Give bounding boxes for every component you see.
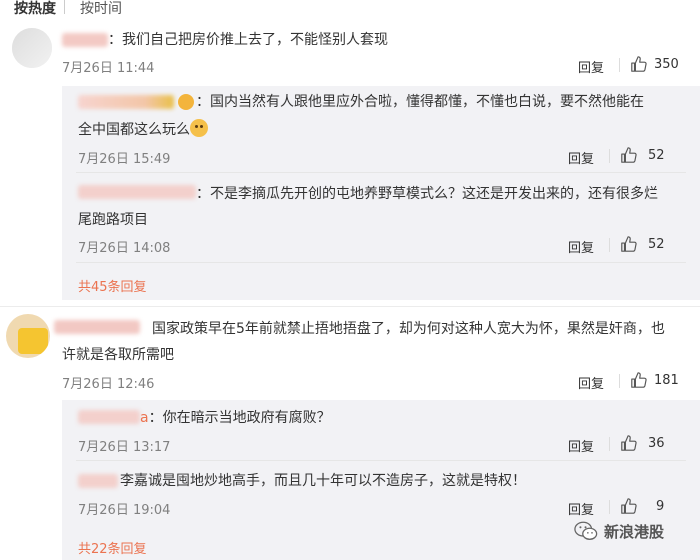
like-count: 36	[648, 436, 665, 451]
reply-button[interactable]: 回复	[568, 237, 594, 256]
more-replies-link[interactable]: 共22条回复	[78, 538, 147, 557]
thumbs-up-icon[interactable]	[620, 146, 638, 164]
reply-button[interactable]: 回复	[568, 499, 594, 518]
more-replies-link[interactable]: 共45条回复	[78, 276, 147, 295]
sort-bar: 按热度 按时间	[0, 0, 700, 20]
watermark: 新浪港股	[574, 518, 664, 544]
reply-time: 7月26日 14:08	[78, 241, 171, 256]
username-suffix: a	[140, 410, 149, 426]
reply-text-line2: 全中国都这么玩么	[78, 117, 208, 143]
username-blurred[interactable]	[78, 95, 174, 109]
sort-by-time[interactable]: 按时间	[80, 0, 122, 18]
action-divider	[609, 500, 610, 514]
thumbs-up-icon[interactable]	[630, 371, 648, 389]
reply-text-line2: 尾跑路项目	[78, 212, 148, 228]
avatar[interactable]	[12, 28, 52, 68]
reply-button[interactable]: 回复	[568, 148, 594, 167]
username-blurred[interactable]	[78, 474, 118, 488]
reply-divider	[76, 172, 686, 173]
thumbs-up-icon[interactable]	[620, 235, 638, 253]
reply-text: ：不是李摘瓜先开创的屯地养野草模式么？这还是开发出来的，还有很多烂	[196, 186, 658, 202]
wechat-icon	[574, 521, 598, 540]
reply-button[interactable]: 回复	[568, 436, 594, 455]
comment-time: 7月26日 11:44	[62, 61, 155, 76]
thumbs-up-icon[interactable]	[620, 497, 638, 515]
reply-text: a：你在暗示当地政府有腐败？	[140, 410, 331, 426]
username-blurred[interactable]	[62, 33, 108, 47]
reply-divider	[76, 262, 686, 263]
thumbs-up-icon[interactable]	[630, 55, 648, 73]
comment-text: 国家政策早在5年前就禁止捂地捂盘了，却为何对这种人宽大为怀，果然是奸商，也	[152, 321, 665, 337]
username-blurred[interactable]	[54, 320, 140, 334]
reply-button[interactable]: 回复	[578, 373, 604, 392]
dog-emoji-icon	[190, 119, 208, 137]
sort-by-hot[interactable]: 按热度	[14, 0, 56, 18]
comment-text: ：我们自己把房价推上去了，不能怪别人套现	[108, 32, 388, 48]
action-divider	[619, 374, 620, 388]
reply-text: ：国内当然有人跟他里应外合啦，懂得都懂，不懂也白说，要不然他能在	[196, 94, 644, 110]
reply-time: 7月26日 13:17	[78, 440, 171, 455]
like-count: 52	[648, 148, 665, 163]
action-divider	[609, 149, 610, 163]
action-divider	[619, 58, 620, 72]
like-count: 9	[656, 499, 665, 514]
reply-button[interactable]: 回复	[578, 57, 604, 76]
action-divider	[609, 238, 610, 252]
sort-divider	[64, 0, 65, 14]
reply-time: 7月26日 15:49	[78, 152, 171, 167]
thumbs-up-icon[interactable]	[620, 434, 638, 452]
username-blurred[interactable]	[78, 185, 196, 199]
like-count: 350	[654, 57, 679, 72]
reply-divider	[76, 460, 686, 461]
like-count: 52	[648, 237, 665, 252]
comment-divider	[0, 306, 700, 307]
like-count: 181	[654, 373, 679, 388]
reply-time: 7月26日 19:04	[78, 503, 171, 518]
action-divider	[609, 437, 610, 451]
username-blurred[interactable]	[78, 410, 140, 424]
watermark-text: 新浪港股	[604, 522, 665, 541]
reply-text: 李嘉诚是囤地炒地高手，而且几十年可以不造房子，这就是特权！	[120, 473, 526, 489]
avatar[interactable]	[6, 314, 50, 358]
comment-time: 7月26日 12:46	[62, 377, 155, 392]
comment-text-line2: 许就是各取所需吧	[62, 347, 174, 363]
badge-icon	[178, 94, 194, 110]
